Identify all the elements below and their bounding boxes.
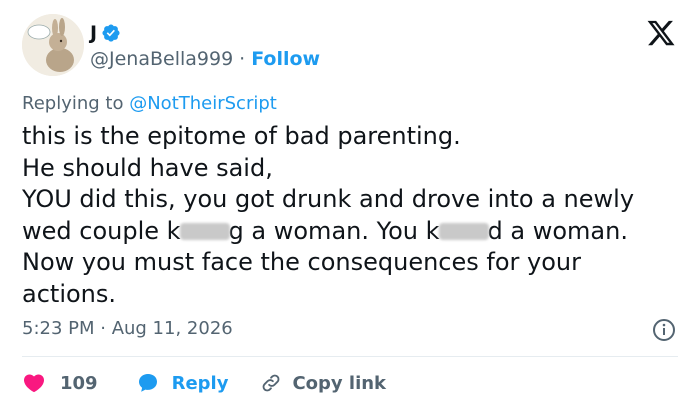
author-handle-row: @JenaBella999 · Follow (90, 48, 320, 70)
avatar[interactable] (22, 14, 84, 76)
action-bar: 109 Reply Copy link (22, 368, 386, 398)
x-logo-icon[interactable] (646, 18, 676, 48)
author-handle[interactable]: @JenaBella999 (90, 48, 233, 70)
tweet-line: wed couple k g a woman. You k d a woman. (22, 216, 682, 248)
timestamp[interactable]: 5:23 PM · Aug 11, 2026 (22, 318, 233, 339)
tweet-fragment: wed couple k (22, 216, 181, 245)
censor-blur (438, 223, 489, 240)
rabbit-avatar-image (22, 14, 84, 76)
reply-context-prefix: Replying to (22, 93, 124, 114)
tweet-line: He should have said, (22, 153, 273, 182)
tweet-line: Now you must face the consequences for y… (22, 248, 581, 276)
info-icon[interactable] (652, 318, 676, 342)
separator-dot: · (239, 48, 246, 70)
tweet-fragment: g a woman. You k (228, 216, 440, 245)
author-name-row: J (90, 22, 121, 44)
tweet-line: actions. (22, 279, 117, 308)
tweet-text: this is the epitome of bad parenting. He… (22, 121, 682, 310)
link-icon (263, 374, 280, 392)
censor-blur (179, 223, 230, 240)
reply-label: Reply (171, 372, 229, 394)
like-count: 109 (60, 372, 98, 394)
copy-link-button[interactable]: Copy link (260, 372, 386, 394)
reply-context: Replying to @NotTheirScript (22, 93, 277, 114)
follow-button[interactable]: Follow (251, 48, 320, 70)
divider (22, 356, 678, 357)
tweet-fragment: d a woman. (487, 216, 628, 245)
heart-icon (23, 374, 45, 393)
tweet-line: this is the epitome of bad parenting. (22, 122, 461, 150)
reply-context-mention[interactable]: @NotTheirScript (129, 93, 277, 114)
speech-bubble-icon (138, 374, 157, 392)
reply-button[interactable]: Reply (136, 371, 229, 395)
like-button[interactable]: 109 (22, 371, 98, 395)
verified-badge-icon (102, 24, 120, 42)
copy-link-label: Copy link (292, 372, 387, 394)
author-name[interactable]: J (90, 22, 97, 44)
tweet-line: YOU did this, you got drunk and drove in… (22, 185, 635, 213)
